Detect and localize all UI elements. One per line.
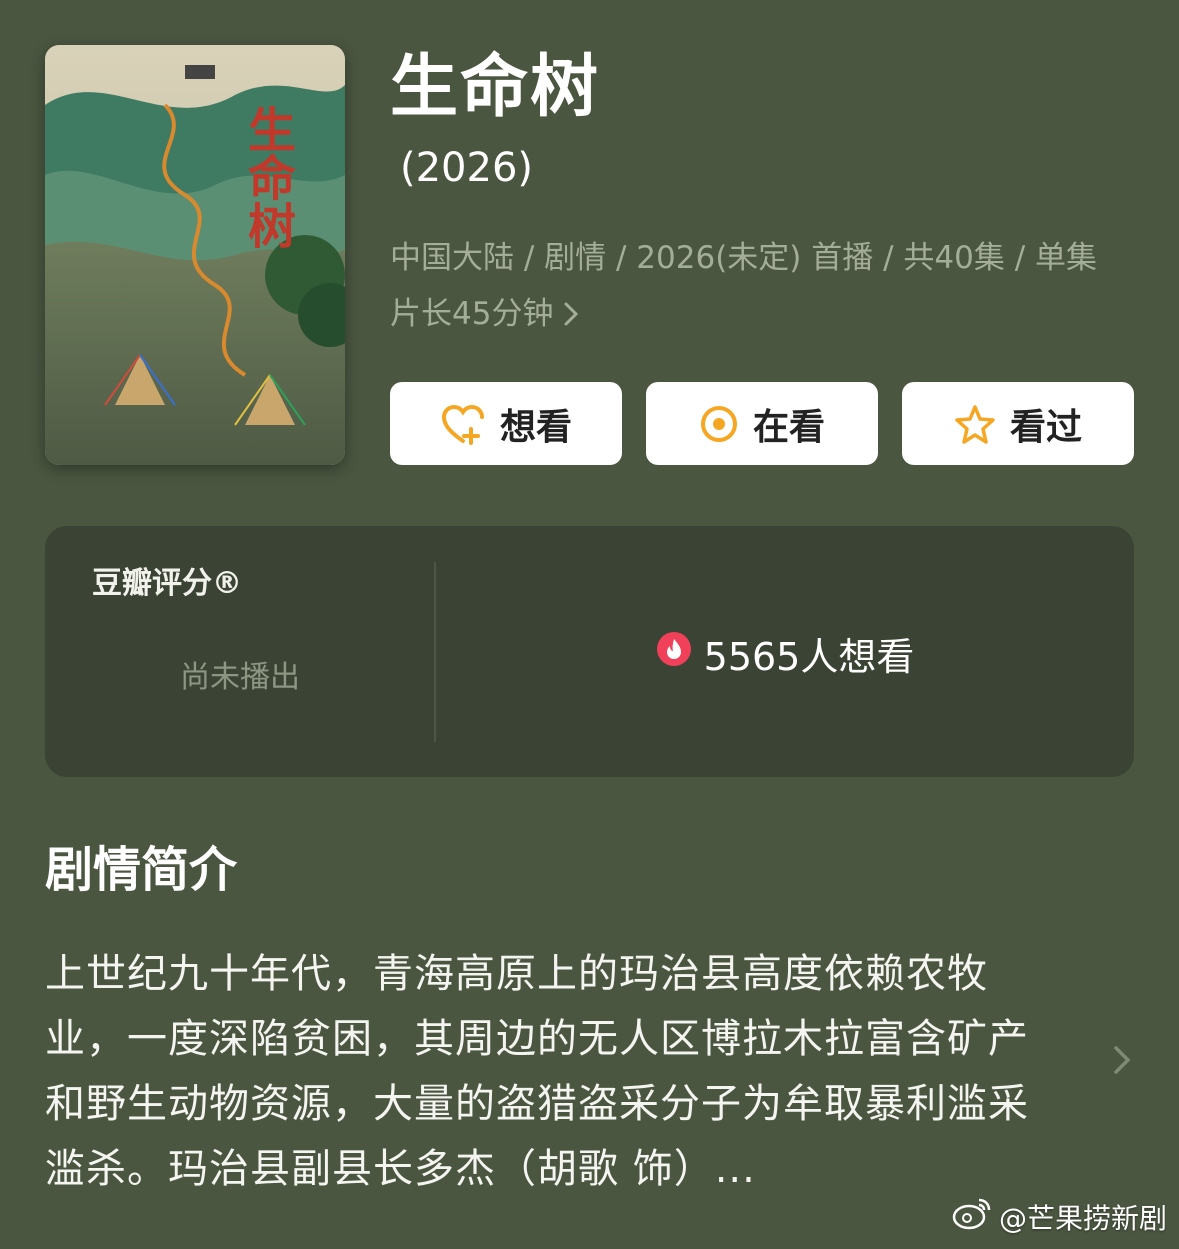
wish-count-link[interactable]: 5565人想看 [436,626,1134,681]
show-title: 生命树 [390,48,601,127]
synopsis-heading: 剧情简介 [45,842,238,898]
star-icon [954,404,996,444]
fire-icon [656,631,692,676]
rating-card: 豆瓣评分® 尚未播出 5565人想看 [45,526,1134,777]
weibo-icon [951,1196,993,1237]
poster-title: 生命树 [239,105,296,249]
watched-button[interactable]: 看过 [902,382,1134,465]
rating-status: 尚未播出 [180,660,300,695]
action-buttons: 想看 在看 看过 [390,382,1134,465]
wish-count: 5565人想看 [703,635,915,679]
chevron-right-icon [561,296,581,332]
show-meta-link[interactable]: 中国大陆 / 剧情 / 2026(未定) 首播 / 共40集 / 单集片长45分… [390,230,1120,342]
chevron-right-icon[interactable] [1110,1040,1134,1084]
want-to-watch-label: 想看 [499,406,572,448]
poster-image[interactable]: 生命树 [45,45,345,465]
douban-rating-label: 豆瓣评分® [92,566,242,601]
watermark: @芒果捞新剧 [951,1196,1167,1237]
want-to-watch-button[interactable]: 想看 [390,382,622,465]
watching-button[interactable]: 在看 [646,382,878,465]
watched-label: 看过 [1009,406,1082,448]
show-meta-text: 中国大陆 / 剧情 / 2026(未定) 首播 / 共40集 / 单集片长45分… [390,240,1097,332]
target-circle-icon [699,404,739,444]
heart-plus-icon [440,403,486,445]
watching-label: 在看 [752,406,825,448]
watermark-text: @芒果捞新剧 [998,1201,1167,1235]
show-year: (2026) [400,145,534,191]
synopsis-text[interactable]: 上世纪九十年代，青海高原上的玛治县高度依赖农牧业，一度深陷贫困，其周边的无人区博… [45,942,1060,1202]
